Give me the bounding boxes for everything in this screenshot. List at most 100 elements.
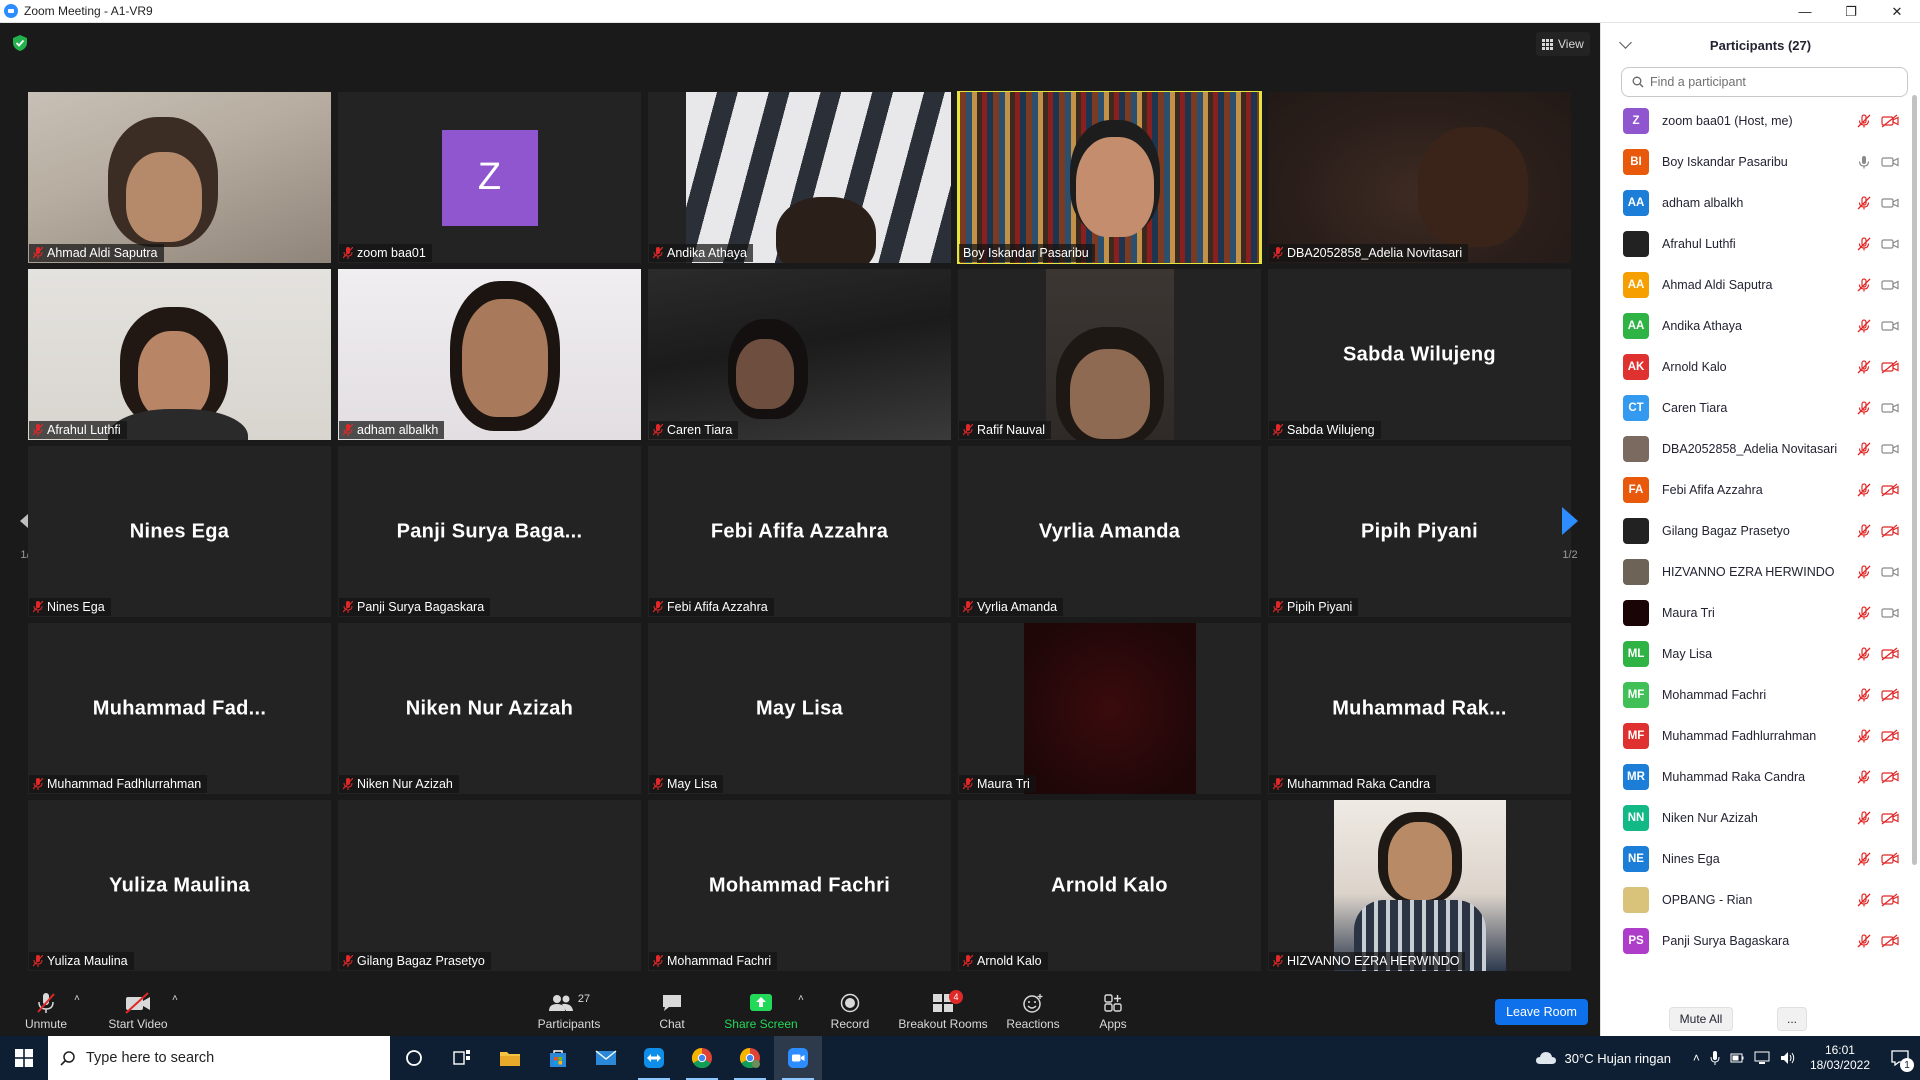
participant-row[interactable]: MR Muhammad Raka Candra: [1601, 756, 1920, 797]
participant-row[interactable]: AA adham albalkh: [1601, 182, 1920, 223]
taskbar-clock[interactable]: 16:01 18/03/2022: [1810, 1043, 1870, 1073]
video-tile[interactable]: Muhammad Fad... Muhammad Fadhlurrahman: [28, 623, 331, 794]
video-tile[interactable]: May Lisa May Lisa: [648, 623, 951, 794]
participant-row[interactable]: AA Andika Athaya: [1601, 305, 1920, 346]
share-options-chevron-up-icon[interactable]: ˄: [798, 993, 804, 1004]
security-shield-icon[interactable]: [13, 35, 27, 51]
audio-options-chevron-up-icon[interactable]: ˄: [74, 993, 80, 1004]
chrome-button[interactable]: [678, 1036, 726, 1080]
taskbar-search-box[interactable]: Type here to search: [48, 1036, 390, 1080]
video-tile[interactable]: Andika Athaya: [648, 92, 951, 263]
microsoft-store-button[interactable]: [534, 1036, 582, 1080]
participant-name-label: Mohammad Fachri: [649, 952, 778, 970]
next-page-button[interactable]: 1/2: [1548, 486, 1592, 582]
participant-row[interactable]: Zzoom baa01 (Host, me): [1601, 100, 1920, 141]
volume-icon[interactable]: [1780, 1051, 1796, 1065]
video-tile[interactable]: Z zoom baa01: [338, 92, 641, 263]
mic-muted-icon: [33, 601, 43, 613]
unmute-button[interactable]: Unmute: [22, 989, 70, 1036]
video-tile[interactable]: Mohammad Fachri Mohammad Fachri: [648, 800, 951, 971]
teamviewer-button[interactable]: [630, 1036, 678, 1080]
video-options-chevron-up-icon[interactable]: ˄: [172, 993, 178, 1004]
video-tile[interactable]: Sabda Wilujeng Sabda Wilujeng: [1268, 269, 1571, 440]
active-speaker-tile[interactable]: Boy Iskandar Pasaribu: [957, 91, 1262, 264]
apps-button[interactable]: Apps: [1096, 989, 1130, 1036]
video-tile[interactable]: Afrahul Luthfi: [28, 269, 331, 440]
cortana-button[interactable]: [390, 1036, 438, 1080]
participant-row[interactable]: Afrahul Luthfi: [1601, 223, 1920, 264]
more-options-button[interactable]: ...: [1777, 1006, 1807, 1031]
video-tile[interactable]: Arnold Kalo Arnold Kalo: [958, 800, 1261, 971]
mic-muted-icon: [1857, 318, 1871, 332]
record-button[interactable]: Record: [830, 989, 870, 1036]
file-explorer-button[interactable]: [486, 1036, 534, 1080]
share-screen-button[interactable]: Share Screen: [724, 989, 798, 1036]
participant-row[interactable]: AK Arnold Kalo: [1601, 346, 1920, 387]
participant-video: [648, 269, 951, 440]
task-view-button[interactable]: [438, 1036, 486, 1080]
participant-row[interactable]: MF Mohammad Fachri: [1601, 674, 1920, 715]
participant-search-box[interactable]: [1621, 67, 1908, 97]
breakout-rooms-button[interactable]: 4 Breakout Rooms: [898, 989, 988, 1036]
participant-row[interactable]: PS Panji Surya Bagaskara: [1601, 920, 1920, 961]
video-tile[interactable]: Niken Nur Azizah Niken Nur Azizah: [338, 623, 641, 794]
mic-muted-icon: [33, 955, 43, 967]
participant-row[interactable]: Gilang Bagaz Prasetyo: [1601, 510, 1920, 551]
video-tile[interactable]: Febi Afifa Azzahra Febi Afifa Azzahra: [648, 446, 951, 617]
participant-row[interactable]: NE Nines Ega: [1601, 838, 1920, 879]
view-button[interactable]: View: [1536, 32, 1590, 56]
reactions-button[interactable]: Reactions: [1005, 989, 1061, 1036]
weather-text[interactable]: 30°C Hujan ringan: [1565, 1051, 1671, 1066]
participant-row[interactable]: Maura Tri: [1601, 592, 1920, 633]
mute-all-button[interactable]: Mute All: [1669, 1006, 1733, 1031]
weather-cloud-icon: [1535, 1052, 1556, 1064]
video-tile[interactable]: adham albalkh: [338, 269, 641, 440]
participant-row[interactable]: OPBANG - Rian: [1601, 879, 1920, 920]
chrome-profile-button[interactable]: [726, 1036, 774, 1080]
maximize-button[interactable]: ❐: [1828, 0, 1874, 23]
video-tile[interactable]: DBA2052858_Adelia Novitasari: [1268, 92, 1571, 263]
video-tile[interactable]: Ahmad Aldi Saputra: [28, 92, 331, 263]
collapse-chevron-down-icon[interactable]: [1619, 36, 1632, 49]
participant-row[interactable]: AA Ahmad Aldi Saputra: [1601, 264, 1920, 305]
video-tile[interactable]: Pipih Piyani Pipih Piyani: [1268, 446, 1571, 617]
participants-button[interactable]: 27 Participants: [534, 989, 604, 1036]
video-tile[interactable]: Nines Ega Nines Ega: [28, 446, 331, 617]
video-tile[interactable]: Rafif Nauval: [958, 269, 1261, 440]
action-center-button[interactable]: 1: [1880, 1036, 1920, 1080]
participant-status-icons: [1857, 851, 1899, 866]
show-hidden-icons-chevron-up-icon[interactable]: ˄: [1693, 1051, 1700, 1065]
video-tile[interactable]: Vyrlia Amanda Vyrlia Amanda: [958, 446, 1261, 617]
video-tile[interactable]: Muhammad Rak... Muhammad Raka Candra: [1268, 623, 1571, 794]
zoom-taskbar-button[interactable]: [774, 1036, 822, 1080]
participant-row[interactable]: DBA2052858_Adelia Novitasari: [1601, 428, 1920, 469]
video-off-icon: [1881, 482, 1899, 497]
participant-row[interactable]: HIZVANNO EZRA HERWINDO: [1601, 551, 1920, 592]
video-tile[interactable]: Panji Surya Baga... Panji Surya Bagaskar…: [338, 446, 641, 617]
video-tile[interactable]: Yuliza Maulina Yuliza Maulina: [28, 800, 331, 971]
participant-name: Afrahul Luthfi: [1662, 236, 1736, 251]
participant-row[interactable]: CT Caren Tiara: [1601, 387, 1920, 428]
participant-search-input[interactable]: [1650, 75, 1880, 89]
participant-name: Niken Nur Azizah: [1662, 810, 1758, 825]
participant-row[interactable]: NN Niken Nur Azizah: [1601, 797, 1920, 838]
video-tile[interactable]: Maura Tri: [958, 623, 1261, 794]
participant-row[interactable]: FA Febi Afifa Azzahra: [1601, 469, 1920, 510]
video-tile[interactable]: HIZVANNO EZRA HERWINDO: [1268, 800, 1571, 971]
close-button[interactable]: ✕: [1874, 0, 1920, 23]
participant-row[interactable]: BI Boy Iskandar Pasaribu: [1601, 141, 1920, 182]
video-tile[interactable]: Gilang Bagaz Prasetyo: [338, 800, 641, 971]
participant-row[interactable]: ML May Lisa: [1601, 633, 1920, 674]
microphone-in-use-icon[interactable]: [1710, 1050, 1720, 1066]
network-icon[interactable]: [1754, 1051, 1770, 1065]
start-video-button[interactable]: Start Video: [104, 989, 172, 1036]
leave-room-button[interactable]: Leave Room: [1495, 999, 1588, 1025]
video-tile[interactable]: Caren Tiara: [648, 269, 951, 440]
participant-list-scrollbar[interactable]: [1912, 95, 1917, 865]
mail-button[interactable]: [582, 1036, 630, 1080]
participant-row[interactable]: MF Muhammad Fadhlurrahman: [1601, 715, 1920, 756]
chat-button[interactable]: Chat: [652, 989, 692, 1036]
start-button[interactable]: [0, 1036, 48, 1080]
battery-icon[interactable]: [1730, 1051, 1744, 1065]
minimize-button[interactable]: —: [1782, 0, 1828, 23]
